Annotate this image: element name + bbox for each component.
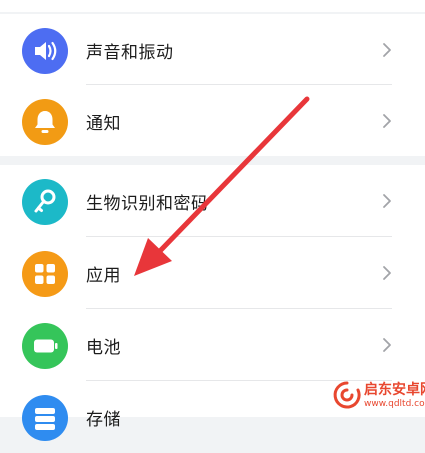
chevron-right-icon xyxy=(383,43,391,57)
chevron-right-icon xyxy=(383,266,391,280)
settings-item-label: 通知 xyxy=(86,114,121,134)
chevron-right-icon xyxy=(383,194,391,208)
settings-item-battery[interactable]: 电池 xyxy=(0,309,425,381)
chevron-right-icon xyxy=(383,338,391,352)
settings-item-label: 声音和振动 xyxy=(86,43,174,63)
key-icon xyxy=(22,179,68,225)
settings-item-sound[interactable]: 声音和振动 xyxy=(0,14,425,86)
storage-icon xyxy=(22,395,68,441)
speaker-icon xyxy=(22,28,68,74)
settings-item-label: 存储 xyxy=(86,410,121,430)
settings-card-1: 声音和振动 通知 xyxy=(0,14,425,156)
watermark: 启东安卓网 www.qdltd.com xyxy=(332,375,425,417)
battery-icon xyxy=(22,323,68,369)
settings-item-apps[interactable]: 应用 xyxy=(0,237,425,309)
settings-item-label: 电池 xyxy=(86,338,121,358)
chevron-right-icon xyxy=(383,114,391,128)
settings-item-notifications[interactable]: 通知 xyxy=(0,85,425,157)
settings-item-label: 应用 xyxy=(86,266,121,286)
watermark-brand: 启东安卓网 xyxy=(364,382,425,398)
apps-grid-icon xyxy=(22,251,68,297)
settings-item-biometrics[interactable]: 生物识别和密码 xyxy=(0,165,425,237)
settings-card-top-edge xyxy=(0,0,425,12)
settings-item-label: 生物识别和密码 xyxy=(86,194,209,214)
watermark-url: www.qdltd.com xyxy=(364,399,425,409)
bell-icon xyxy=(22,99,68,145)
watermark-logo-icon xyxy=(333,381,361,409)
